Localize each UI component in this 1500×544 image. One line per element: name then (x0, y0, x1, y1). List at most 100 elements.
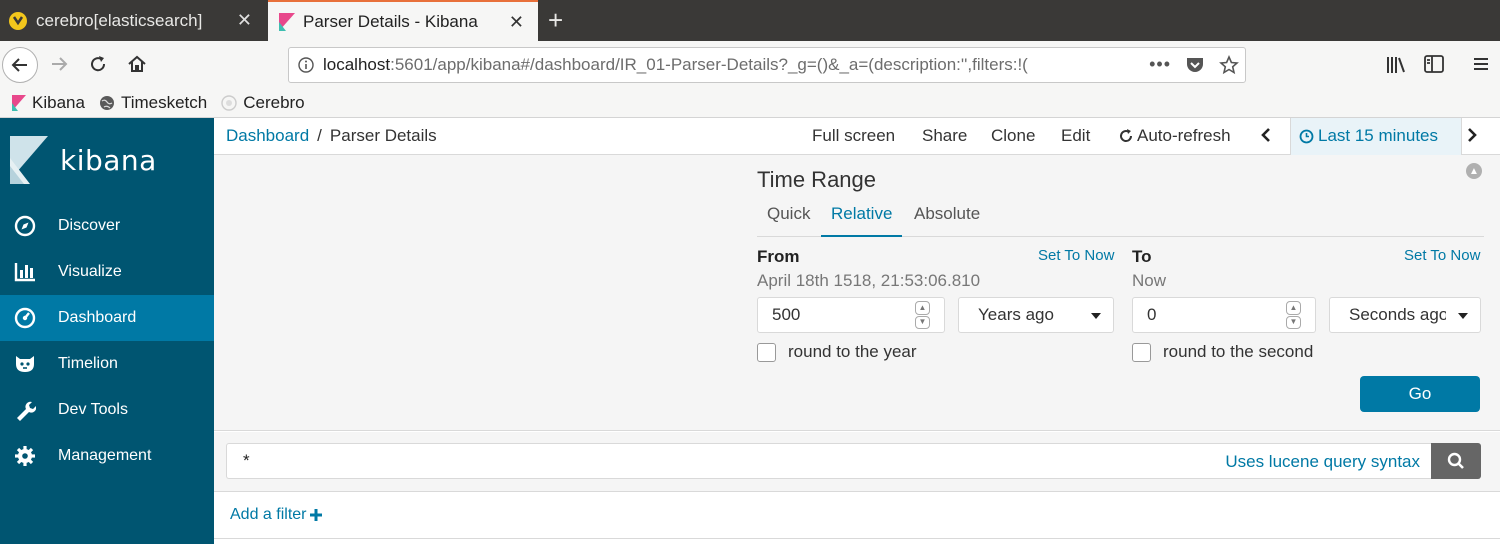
bookmark-kibana[interactable]: Kibana (12, 93, 85, 113)
time-range-title: Time Range (757, 167, 877, 192)
pocket-icon[interactable] (1185, 56, 1205, 74)
chevron-right-icon (1468, 128, 1477, 142)
url-host: localhost (323, 55, 391, 74)
to-count-value: 0 (1147, 305, 1157, 324)
reload-icon (91, 56, 106, 72)
from-unit-select[interactable]: Years ago (958, 297, 1114, 333)
browser-navbar: localhost:5601/app/kibana#/dashboard/IR_… (0, 41, 1500, 89)
auto-refresh-label: Auto-refresh (1137, 126, 1231, 145)
add-filter-label: Add a filter (230, 506, 307, 523)
info-icon[interactable] (289, 57, 323, 73)
search-icon (1447, 452, 1464, 469)
from-count-input[interactable]: 500 ▲ ▼ (757, 297, 945, 333)
to-round-option[interactable]: round to the second (1132, 342, 1313, 362)
filter-bar: Add a filter (214, 492, 1500, 544)
tab-quick[interactable]: Quick (767, 204, 810, 224)
tab-title: cerebro[elasticsearch] (36, 10, 203, 30)
sidebar-toggle-button[interactable] (1424, 55, 1444, 73)
to-unit-value: Seconds ago (1349, 305, 1446, 324)
kibana-logo[interactable]: kibana (10, 136, 157, 184)
from-set-to-now-link[interactable]: Set To Now (1038, 247, 1114, 264)
url-bar[interactable]: localhost:5601/app/kibana#/dashboard/IR_… (288, 47, 1246, 83)
to-unit-select[interactable]: Seconds ago (1329, 297, 1481, 333)
library-icon (1387, 57, 1405, 73)
sidebar-item-discover[interactable]: Discover (0, 203, 214, 249)
to-set-to-now-link[interactable]: Set To Now (1404, 247, 1480, 264)
bookmark-cerebro[interactable]: Cerebro (221, 93, 305, 113)
sidebar-item-timelion[interactable]: Timelion (0, 341, 214, 387)
from-count-value: 500 (772, 305, 801, 324)
stepper-down-icon[interactable]: ▼ (1286, 315, 1301, 329)
close-tab-icon[interactable]: ✕ (237, 10, 252, 31)
kibana-logo-text: kibana (60, 143, 157, 177)
query-value: * (243, 451, 250, 470)
to-round-checkbox[interactable] (1132, 342, 1151, 362)
sidebar-item-label: Visualize (58, 263, 122, 280)
from-unit-value: Years ago (978, 305, 1054, 324)
time-picker-label: Last 15 minutes (1318, 126, 1439, 145)
home-button[interactable] (127, 54, 147, 74)
browser-tab-strip: cerebro[elasticsearch] ✕ Parser Details … (0, 0, 1500, 41)
globe-icon (99, 96, 114, 110)
stepper-down-icon[interactable]: ▼ (915, 315, 930, 329)
time-picker-button[interactable]: Last 15 minutes (1299, 126, 1438, 146)
time-step-forward-button[interactable] (1466, 127, 1478, 143)
search-button[interactable] (1431, 443, 1481, 479)
bookmark-label: Cerebro (243, 93, 305, 112)
menu-button[interactable] (1472, 55, 1490, 73)
sidebar-item-visualize[interactable]: Visualize (0, 249, 214, 295)
to-count-input[interactable]: 0 ▲ ▼ (1132, 297, 1316, 333)
time-step-back-button[interactable] (1260, 127, 1272, 143)
back-button[interactable] (2, 47, 38, 83)
bookmark-timesketch[interactable]: Timesketch (99, 93, 207, 113)
cerebro-favicon-icon (221, 95, 237, 111)
from-round-checkbox[interactable] (757, 342, 776, 362)
forward-button[interactable] (50, 55, 68, 73)
kibana-logo-icon (10, 136, 48, 184)
tab-relative[interactable]: Relative (821, 204, 903, 237)
breadcrumb-dashboard-link[interactable]: Dashboard (226, 126, 309, 146)
breadcrumb-current: Parser Details (329, 126, 437, 145)
library-button[interactable] (1385, 55, 1407, 75)
kibana-favicon-icon (12, 95, 26, 111)
share-button[interactable]: Share (922, 126, 967, 146)
new-tab-button[interactable]: + (548, 6, 563, 34)
page-actions-icon[interactable]: ••• (1149, 54, 1171, 75)
tab-absolute[interactable]: Absolute (914, 204, 980, 224)
auto-refresh-button[interactable]: Auto-refresh (1119, 126, 1231, 146)
full-screen-button[interactable]: Full screen (812, 126, 895, 146)
sidebar-toggle-icon (1424, 55, 1444, 73)
to-preview: Now (1132, 271, 1167, 290)
sidebar-item-dashboard[interactable]: Dashboard (0, 295, 214, 341)
clone-button[interactable]: Clone (991, 126, 1035, 146)
from-count-stepper[interactable]: ▲ ▼ (915, 301, 930, 329)
cerebro-favicon-icon (9, 11, 27, 30)
close-tab-icon[interactable]: ✕ (509, 12, 524, 33)
collapse-panel-icon[interactable]: ▲ (1466, 163, 1482, 179)
plus-icon (310, 509, 323, 521)
to-label: To (1132, 247, 1152, 266)
stepper-up-icon[interactable]: ▲ (1286, 301, 1301, 315)
add-filter-button[interactable]: Add a filter (230, 506, 323, 524)
sidebar-item-management[interactable]: Management (0, 433, 214, 479)
breadcrumb: Dashboard / Parser Details (226, 126, 437, 146)
clock-icon (1299, 129, 1314, 143)
bookmark-star-icon[interactable] (1219, 54, 1239, 75)
stepper-up-icon[interactable]: ▲ (915, 301, 930, 315)
to-count-stepper[interactable]: ▲ ▼ (1286, 301, 1301, 329)
from-round-option[interactable]: round to the year (757, 342, 917, 362)
lucene-syntax-link[interactable]: Uses lucene query syntax (1225, 452, 1420, 472)
query-input[interactable]: * Uses lucene query syntax (226, 443, 1432, 479)
sidebar-item-dev-tools[interactable]: Dev Tools (0, 387, 214, 433)
browser-tab-kibana[interactable]: Parser Details - Kibana ✕ (268, 0, 538, 41)
go-button[interactable]: Go (1360, 376, 1480, 412)
from-round-label: round to the year (788, 342, 917, 361)
edit-button[interactable]: Edit (1061, 126, 1090, 146)
compass-icon (0, 215, 58, 237)
chevron-left-icon (1261, 128, 1270, 142)
wrench-icon (0, 399, 58, 421)
browser-tab-cerebro[interactable]: cerebro[elasticsearch] ✕ (0, 0, 266, 41)
reload-button[interactable] (89, 55, 107, 73)
sidebar-item-label: Dev Tools (58, 401, 128, 418)
gear-icon (0, 445, 58, 467)
